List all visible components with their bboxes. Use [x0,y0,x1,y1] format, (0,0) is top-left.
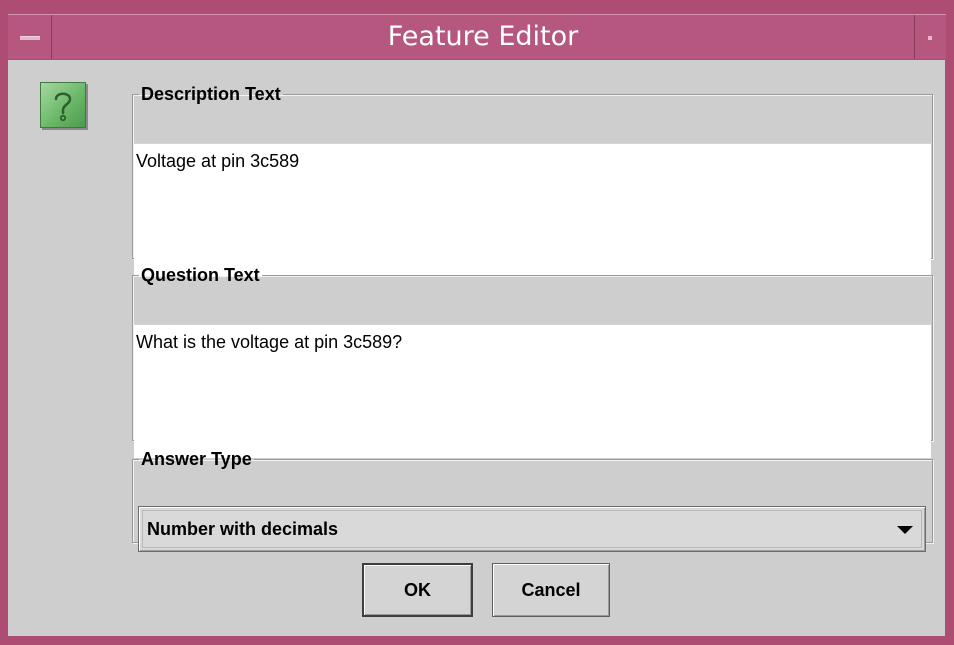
minimize-button[interactable] [914,15,946,59]
question-legend: Question Text [141,265,260,285]
description-group: Description Text Voltage at pin 3c589 [132,84,933,277]
ok-button[interactable]: OK [362,563,473,617]
description-textarea[interactable]: Voltage at pin 3c589 [134,143,931,277]
minimize-icon [928,36,932,40]
answer-type-group: Answer Type Number with decimals [132,449,933,552]
window-menu-button[interactable] [8,15,52,59]
answer-type-selected-value: Number with decimals [147,518,339,539]
answer-type-select[interactable]: Number with decimals [138,506,926,552]
dialog-content: Description Text Voltage at pin 3c589 Qu… [8,60,945,636]
window-menu-icon [20,36,40,40]
question-icon [40,82,86,128]
window-title: Feature Editor [387,21,579,52]
chevron-down-icon[interactable] [897,526,913,534]
description-legend: Description Text [141,84,281,104]
question-group: Question Text What is the voltage at pin… [132,265,933,458]
feature-editor-window: Feature Editor Description Text Voltage … [0,0,954,645]
question-textarea[interactable]: What is the voltage at pin 3c589? [134,324,931,458]
title-bar[interactable]: Feature Editor [8,14,946,59]
answer-type-legend: Answer Type [141,449,252,469]
cancel-button[interactable]: Cancel [492,563,610,617]
